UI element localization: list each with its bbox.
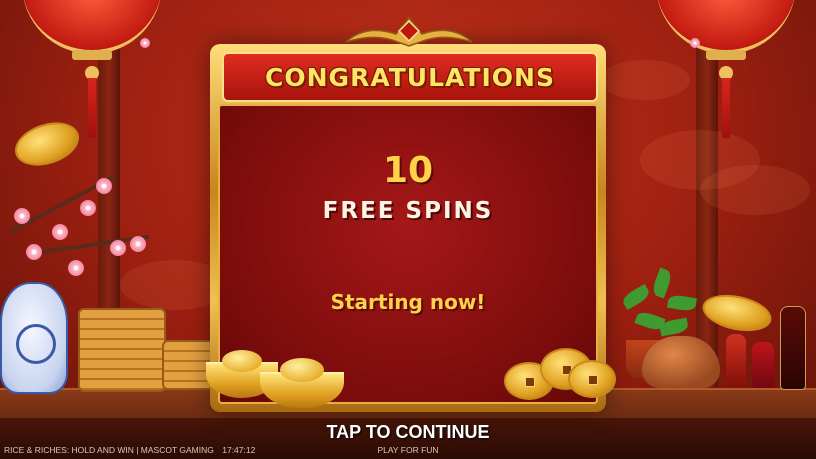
- cherry-blossom-icon: [68, 260, 84, 276]
- title-banner: CONGRATULATIONS: [222, 52, 598, 102]
- lantern-tassel: [722, 78, 730, 138]
- starting-status: Starting now!: [330, 290, 486, 314]
- tap-to-continue-button[interactable]: TAP TO CONTINUE: [0, 422, 816, 443]
- sauce-bottle: [752, 342, 774, 388]
- sauce-bottle: [726, 334, 746, 388]
- steamer-basket: [78, 308, 166, 392]
- cherry-blossom-icon: [26, 244, 42, 260]
- lantern-cap: [706, 50, 746, 60]
- coin-hole: [588, 375, 598, 385]
- lantern-cap: [72, 50, 112, 60]
- dialog-title: CONGRATULATIONS: [265, 62, 555, 92]
- free-spins-count: 10: [382, 150, 434, 191]
- coin-hole: [525, 377, 535, 387]
- cherry-blossom-icon: [52, 224, 68, 240]
- lantern-tassel: [88, 78, 96, 138]
- dialog-panel: [218, 104, 598, 404]
- gold-ingot-top: [222, 350, 262, 372]
- cloud-pattern: [600, 60, 690, 100]
- gold-coin-icon: [568, 360, 616, 398]
- footer-mode: PLAY FOR FUN: [377, 445, 439, 455]
- sauce-bottle: [780, 306, 806, 390]
- free-spins-label: FREE SPINS: [322, 198, 494, 224]
- cherry-blossom-icon: [110, 240, 126, 256]
- teapot-icon: [642, 336, 720, 388]
- gold-ingot-top: [280, 358, 324, 382]
- cherry-blossom-icon: [140, 38, 150, 48]
- lantern-icon: [656, 0, 796, 54]
- cherry-blossom-icon: [130, 236, 146, 252]
- crest-ornament-icon: [345, 16, 473, 47]
- vase-pattern: [16, 324, 56, 364]
- cherry-blossom-icon: [690, 38, 700, 48]
